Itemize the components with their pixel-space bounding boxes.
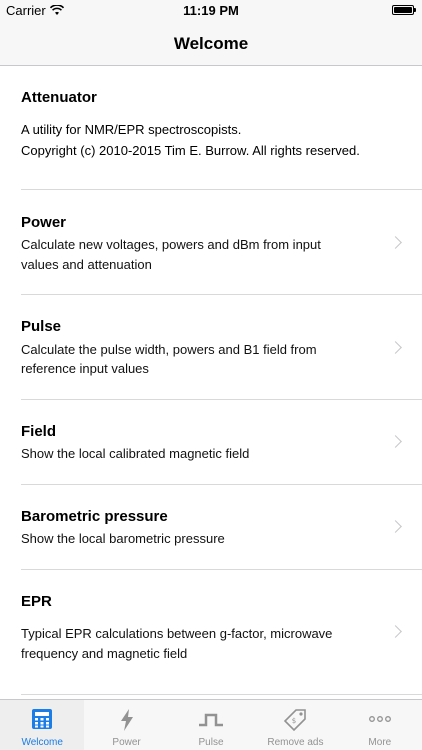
row-description-line: Calculate the pulse width, powers and B1… [21,342,317,357]
chevron-right-icon [389,520,402,533]
price-tag-icon: $ [284,709,307,732]
intro-description: A utility for NMR/EPR spectroscopists. [21,122,242,137]
separator [21,694,422,695]
chevron-right-icon [389,625,402,638]
intro-section: Attenuator A utility for NMR/EPR spectro… [0,66,422,190]
row-field[interactable]: Field Show the local calibrated magnetic… [0,399,422,484]
chevron-right-icon [389,341,402,354]
separator [21,189,422,190]
row-title: EPR [21,593,52,610]
separator [21,294,422,295]
row-title: Field [21,423,57,440]
calculator-icon [32,709,53,729]
row-epr[interactable]: EPR Typical EPR calculations between g-f… [0,569,422,694]
row-title: Barometric pressure [21,508,168,525]
chevron-right-icon [389,435,402,448]
row-description-line: Show the local calibrated magnetic field [21,446,250,461]
more-icon [368,716,391,722]
row-description-line: values and attenuation [21,257,152,272]
page-title: Welcome [173,34,249,53]
row-description-line: frequency and magnetic field [21,646,188,661]
tab-label: Power [112,737,141,748]
row-barometric-pressure[interactable]: Barometric pressure Show the local barom… [0,484,422,569]
content-list[interactable]: Attenuator A utility for NMR/EPR spectro… [0,66,422,698]
copyright-text: Copyright (c) 2010-2015 Tim E. Burrow. A… [21,143,360,158]
tab-bar: Welcome Power Pulse $ Remove ads More [0,699,422,750]
row-description-line: reference input values [21,361,149,376]
row-power[interactable]: Power Calculate new voltages, powers and… [0,189,422,294]
status-bar: Carrier 11:19 PM [0,0,422,22]
row-description-line: Show the local barometric pressure [21,531,225,546]
status-time: 11:19 PM [183,3,239,18]
tab-pulse[interactable]: Pulse [169,700,253,750]
app-title: Attenuator [21,89,97,106]
tab-remove-ads[interactable]: $ Remove ads [253,700,337,750]
tab-label: Welcome [21,737,63,748]
row-pulse[interactable]: Pulse Calculate the pulse width, powers … [0,294,422,399]
battery-icon [392,5,416,15]
tab-welcome[interactable]: Welcome [0,700,85,750]
row-next-partial [0,694,422,698]
navigation-bar: Welcome [0,22,422,66]
separator [21,484,422,485]
tab-label: More [368,737,392,748]
lightning-icon [120,709,133,731]
row-description-line: Typical EPR calculations between g-facto… [21,626,333,641]
tab-more[interactable]: More [338,700,422,750]
separator [21,399,422,400]
tab-power[interactable]: Power [84,700,168,750]
chevron-right-icon [389,236,402,249]
pulse-icon [199,713,224,727]
svg-text:$: $ [292,717,296,725]
row-title: Pulse [21,318,62,335]
separator [21,569,422,570]
row-title: Power [21,214,67,231]
row-description-line: Calculate new voltages, powers and dBm f… [21,237,321,252]
tab-label: Pulse [198,737,224,748]
tab-label: Remove ads [267,737,324,748]
